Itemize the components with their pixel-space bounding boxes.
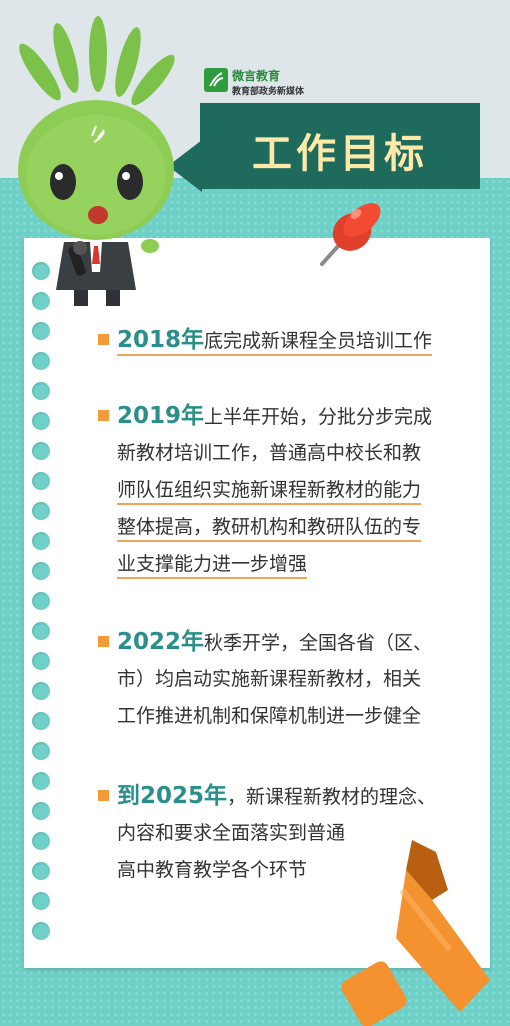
goal-text-line: 高中教育教学各个环节 bbox=[117, 859, 308, 881]
binding-hole bbox=[32, 802, 50, 820]
title-banner: 工作目标 bbox=[200, 103, 480, 189]
goal-text-line: 工作推进机制和保障机制进一步健全 bbox=[117, 705, 422, 727]
goal-text-line: 整体提高，教研机构和教研队伍的专 bbox=[117, 516, 422, 542]
binding-hole bbox=[32, 592, 50, 610]
binding-hole bbox=[32, 652, 50, 670]
binding-hole bbox=[32, 322, 50, 340]
bullet-icon bbox=[98, 790, 109, 801]
goal-text-line: 业支撑能力进一步增强 bbox=[117, 553, 308, 579]
bullet-icon bbox=[98, 410, 109, 421]
mascot-icon bbox=[18, 16, 175, 306]
binding-hole bbox=[32, 742, 50, 760]
binding-hole bbox=[32, 622, 50, 640]
binding-hole bbox=[32, 352, 50, 370]
goal-text-line: 上半年开始，分批分步完成 bbox=[204, 406, 433, 428]
binding-hole bbox=[32, 472, 50, 490]
binding-hole bbox=[32, 862, 50, 880]
goal-item-2022: 2022年秋季开学，全国各省（区、 市）均启动实施新课程新教材，相关 工作推进机… bbox=[98, 624, 478, 735]
bullet-icon bbox=[98, 334, 109, 345]
binding-hole bbox=[32, 502, 50, 520]
goal-text-line: 新教材培训工作，普通高中校长和教 bbox=[117, 442, 422, 464]
goal-text-line: 内容和要求全面落实到普通 bbox=[117, 822, 346, 844]
logo-icon bbox=[204, 68, 228, 92]
binding-hole bbox=[32, 892, 50, 910]
binding-hole bbox=[32, 832, 50, 850]
binding-hole bbox=[32, 532, 50, 550]
binding-hole bbox=[32, 712, 50, 730]
goal-item-2025: 到2025年，新课程新教材的理念、 内容和要求全面落实到普通 高中教育教学各个环… bbox=[98, 778, 478, 889]
goal-text-line: ，新课程新教材的理念、 bbox=[227, 786, 437, 808]
page-title: 工作目标 bbox=[252, 131, 428, 177]
binding-hole bbox=[32, 922, 50, 940]
goal-text-line: 市）均启动实施新课程新教材，相关 bbox=[117, 668, 422, 690]
goal-text-line: 秋季开学，全国各省（区、 bbox=[204, 632, 433, 654]
logo-name: 微言教育 bbox=[232, 69, 281, 83]
binding-hole bbox=[32, 412, 50, 430]
goal-year: 2018年 bbox=[117, 327, 205, 353]
goal-text-line: 底完成新课程全员培训工作 bbox=[204, 330, 433, 352]
bullet-icon bbox=[98, 636, 109, 647]
goal-year: 到2025年 bbox=[117, 783, 228, 809]
goal-text-line: 师队伍组织实施新课程新教材的能力 bbox=[117, 479, 422, 505]
goal-item-2018: 2018年底完成新课程全员培训工作 bbox=[98, 322, 478, 359]
goal-year: 2019年 bbox=[117, 403, 205, 429]
pushpin-icon bbox=[320, 203, 381, 266]
binding-hole bbox=[32, 442, 50, 460]
binding-hole bbox=[32, 772, 50, 790]
binding-hole bbox=[32, 682, 50, 700]
binding-hole bbox=[32, 562, 50, 580]
goal-item-2019: 2019年上半年开始，分批分步完成 新教材培训工作，普通高中校长和教 师队伍组织… bbox=[98, 398, 478, 583]
logo-subtitle: 教育部政务新媒体 bbox=[232, 87, 305, 97]
binding-hole bbox=[32, 382, 50, 400]
goal-year: 2022年 bbox=[117, 629, 205, 655]
